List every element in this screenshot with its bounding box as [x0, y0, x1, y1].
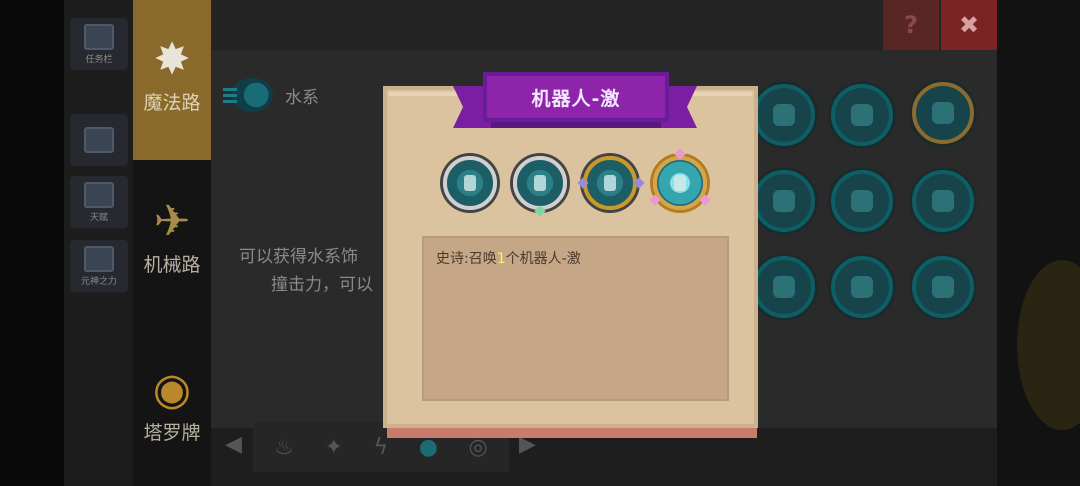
right-decoration [997, 0, 1080, 486]
skill-icon[interactable] [831, 84, 893, 146]
skill-icon[interactable] [753, 84, 815, 146]
variant-4[interactable] [649, 148, 711, 210]
help-icon: ? [904, 11, 918, 39]
category-tarot[interactable]: ◉ 塔罗牌 [133, 368, 211, 445]
shortcut-power-label: 元神之力 [80, 276, 117, 287]
talent-icon [84, 181, 114, 208]
element-label: 水系 [285, 87, 319, 108]
category-mech-label: 机械路 [143, 254, 201, 276]
help-button[interactable]: ? [883, 0, 939, 50]
shortcut-talent[interactable]: 天赋 [70, 176, 128, 228]
title-ribbon: 机器人-激 [483, 72, 669, 128]
prev-arrow-icon[interactable]: ◀ [225, 432, 242, 457]
description-line-1: 可以获得水系饰 [239, 247, 358, 267]
eye-icon: ◉ [152, 364, 192, 415]
element-header: 水系 [223, 78, 319, 112]
pink-gem-icon [649, 194, 661, 206]
skill-icon[interactable] [912, 256, 974, 318]
modal-title: 机器人-激 [531, 87, 621, 110]
variant-1[interactable] [443, 156, 497, 210]
sparkle-icon: ✸ [153, 34, 191, 85]
category-tarot-label: 塔罗牌 [143, 422, 201, 444]
info-suffix: 个机器人-激 [505, 251, 581, 267]
variant-3[interactable] [577, 156, 645, 210]
category-magic[interactable]: ✸ 魔法路 [133, 0, 211, 160]
category-mech[interactable]: ✈ 机械路 [133, 200, 211, 277]
category-column: ✸ 魔法路 ✈ 机械路 ◉ 塔罗牌 [133, 0, 211, 486]
shortcut-task[interactable]: 任务栏 [70, 18, 128, 70]
pink-gem-icon [699, 194, 711, 206]
pink-gem-icon [674, 148, 686, 160]
purple-gem-icon [577, 177, 589, 189]
lightning-icon[interactable]: ϟ [374, 435, 389, 460]
water-element-icon [223, 78, 273, 112]
water-icon[interactable]: ● [419, 435, 438, 460]
info-line: 史诗:召唤1个机器人-激 [436, 248, 581, 268]
vortex-icon[interactable]: ◎ [468, 435, 487, 460]
info-box: 史诗:召唤1个机器人-激 [422, 236, 729, 401]
wing-icon: ✈ [153, 196, 191, 247]
variant-2[interactable] [513, 156, 567, 217]
modal-body: 机器人-激 史诗:召唤1个机器人-激 [383, 72, 758, 428]
skill-icon[interactable] [831, 256, 893, 318]
decoration-shape [1017, 260, 1080, 430]
book-icon [84, 127, 114, 153]
info-prefix: 史诗:召唤 [436, 251, 497, 267]
purple-gem-icon [633, 177, 645, 189]
fire-icon[interactable]: ♨ [274, 435, 294, 460]
green-gem-icon [534, 205, 546, 217]
power-icon [84, 245, 114, 272]
star-icon[interactable]: ✦ [325, 435, 343, 460]
skill-icon[interactable] [831, 170, 893, 232]
panel-header [211, 0, 997, 50]
shortcut-talent-label: 天赋 [89, 212, 108, 223]
shortcut-book[interactable] [70, 114, 128, 166]
side-shortcut-strip: 任务栏 天赋 元神之力 [64, 0, 134, 486]
skill-description: 可以获得水系饰 撞击力，可以 [239, 243, 373, 299]
shortcut-power[interactable]: 元神之力 [70, 240, 128, 292]
skill-icon[interactable] [912, 170, 974, 232]
close-button[interactable]: ✖ [941, 0, 997, 50]
category-magic-label: 魔法路 [143, 92, 201, 114]
shortcut-task-label: 任务栏 [85, 54, 113, 65]
task-icon [84, 23, 114, 50]
close-icon: ✖ [958, 11, 980, 39]
variant-list [443, 148, 711, 217]
item-detail-modal: 机器人-激 史诗:召唤1个机器人-激 [383, 72, 758, 438]
skill-icon[interactable] [912, 82, 974, 144]
info-number: 1 [496, 251, 506, 267]
skill-icon[interactable] [753, 256, 815, 318]
skill-icon[interactable] [753, 170, 815, 232]
description-line-2: 撞击力，可以 [271, 275, 373, 295]
